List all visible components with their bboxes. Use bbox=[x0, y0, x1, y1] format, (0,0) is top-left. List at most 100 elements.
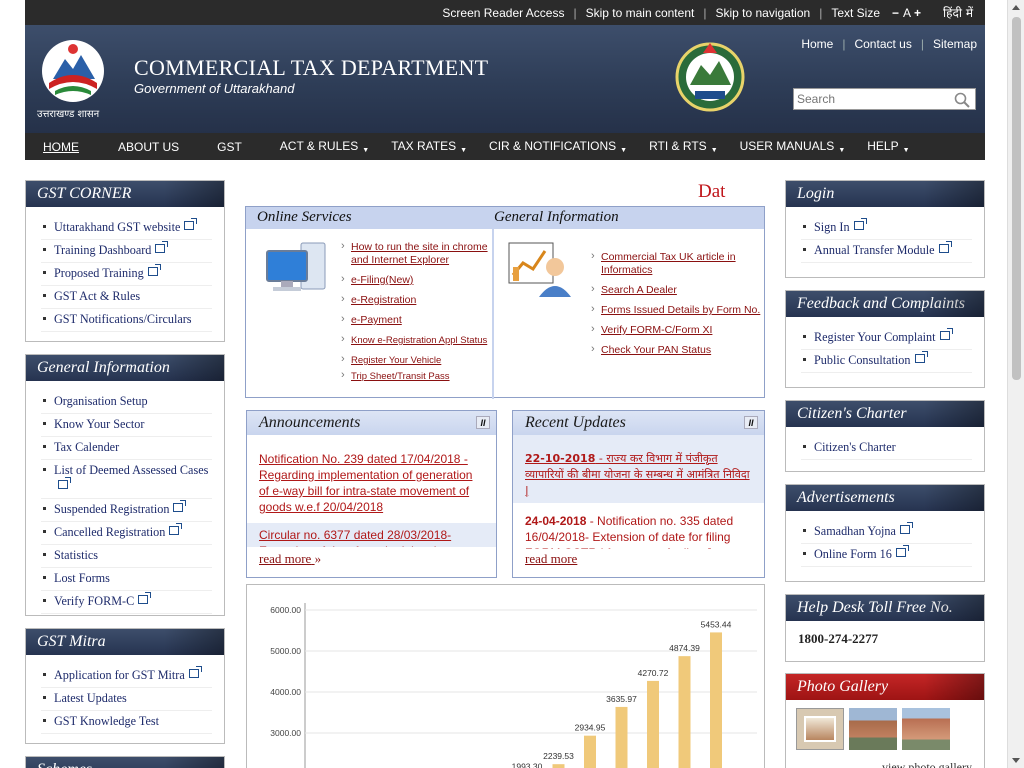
sitemap-link[interactable]: Sitemap bbox=[933, 37, 977, 51]
screen-reader-link[interactable]: Screen Reader Access bbox=[442, 6, 564, 20]
nav-about-us[interactable]: ABOUT US bbox=[118, 140, 179, 154]
gallery-thumbnail[interactable] bbox=[796, 708, 844, 750]
list-item[interactable]: Annual Transfer Module bbox=[801, 240, 972, 263]
nav-help[interactable]: HELP ▼ bbox=[867, 139, 909, 154]
list-item[interactable]: Uttarakhand GST website bbox=[41, 217, 212, 240]
update-item[interactable]: 22-10-2018 - राज्य कर विभाग में पंजीकृत … bbox=[513, 435, 764, 503]
general-info-panel: General Information Organisation Setup K… bbox=[25, 354, 225, 616]
panel-title: Citizen's Charter bbox=[786, 401, 984, 427]
search-input[interactable] bbox=[794, 90, 949, 108]
y-tick-label: 3000.00 bbox=[270, 728, 301, 738]
list-item[interactable]: Tax Calender bbox=[41, 437, 212, 460]
list-item[interactable]: Latest Updates bbox=[41, 688, 212, 711]
text-normal-button[interactable]: A bbox=[903, 6, 911, 20]
separator: | bbox=[842, 37, 846, 51]
scrollbar[interactable] bbox=[1007, 0, 1024, 768]
link-item[interactable]: Forms Issued Details by Form No. bbox=[591, 303, 761, 317]
list-item[interactable]: Statistics bbox=[41, 545, 212, 568]
list-item[interactable]: Online Form 16 bbox=[801, 544, 972, 567]
list-item[interactable]: Proposed Training bbox=[41, 263, 212, 286]
link-item[interactable]: How to run the site in chrome and Intern… bbox=[341, 240, 491, 267]
view-gallery-link[interactable]: view photo gallery bbox=[882, 760, 972, 768]
link-item[interactable]: e-Registration bbox=[341, 293, 491, 307]
read-more-label: read more bbox=[259, 551, 312, 566]
external-link-icon bbox=[184, 218, 198, 230]
list-item[interactable]: Sign In bbox=[801, 217, 972, 240]
hindi-language-link[interactable]: हिंदी में bbox=[943, 4, 973, 21]
scroll-up-arrow-icon[interactable] bbox=[1012, 5, 1020, 10]
nav-cir-notifications[interactable]: CIR & NOTIFICATIONS ▼ bbox=[489, 139, 627, 154]
list-item[interactable]: Suspended Registration bbox=[41, 499, 212, 522]
announcements-read-more[interactable]: read more » bbox=[259, 551, 321, 567]
bar-value-label: 4270.72 bbox=[638, 668, 669, 678]
list-item[interactable]: Application for GST Mitra bbox=[41, 665, 212, 688]
list-item[interactable]: Organisation Setup bbox=[41, 391, 212, 414]
search-box bbox=[793, 88, 976, 110]
nav-rti-rts[interactable]: RTI & RTS ▼ bbox=[649, 139, 718, 154]
list-item[interactable]: Cancelled Registration bbox=[41, 522, 212, 545]
recent-updates-header: Recent Updates II bbox=[513, 411, 764, 435]
nav-user-manuals[interactable]: USER MANUALS ▼ bbox=[740, 139, 846, 154]
list-item[interactable]: GST Notifications/Circulars bbox=[41, 309, 212, 332]
list-item[interactable]: Samadhan Yojna bbox=[801, 521, 972, 544]
update-item[interactable]: 24-04-2018 - Notification no. 335 dated … bbox=[513, 503, 764, 549]
update-date: 22-10-2018 bbox=[525, 452, 596, 465]
gallery-thumbnail[interactable] bbox=[849, 708, 897, 750]
scroll-down-arrow-icon[interactable] bbox=[1012, 758, 1020, 763]
list-item[interactable]: Know Your Sector bbox=[41, 414, 212, 437]
nav-home[interactable]: HOME bbox=[43, 140, 79, 154]
pause-button[interactable]: II bbox=[744, 416, 758, 429]
bar-value-label: 1993.30 bbox=[512, 761, 543, 768]
announcement-item[interactable]: Notification No. 239 dated 17/04/2018 - … bbox=[247, 435, 496, 519]
chevron-down-icon: ▼ bbox=[710, 147, 718, 154]
link-item[interactable]: Commercial Tax UK article in Informatics bbox=[591, 250, 761, 277]
uttarakhand-logo[interactable]: उत्तराखण्ड शासन bbox=[35, 37, 111, 120]
list-item[interactable]: Citizen's Charter bbox=[801, 437, 972, 460]
text-increase-button[interactable]: + bbox=[914, 6, 921, 20]
list-item[interactable]: Training Dashboard bbox=[41, 240, 212, 263]
scrollbar-thumb[interactable] bbox=[1012, 17, 1021, 380]
link-item[interactable]: Trip Sheet/Transit Pass bbox=[341, 369, 491, 383]
link-item[interactable]: Register Your Vehicle bbox=[341, 353, 491, 367]
link-item[interactable]: Verify FORM-C/Form XI bbox=[591, 323, 761, 337]
link-label: Citizen's Charter bbox=[814, 440, 896, 454]
separator: | bbox=[703, 5, 707, 20]
list-item[interactable]: GST Knowledge Test bbox=[41, 711, 212, 734]
nav-act-rules[interactable]: ACT & RULES ▼ bbox=[280, 139, 369, 154]
home-link[interactable]: Home bbox=[801, 37, 833, 51]
contact-link[interactable]: Contact us bbox=[854, 37, 911, 51]
chevron-down-icon: ▼ bbox=[460, 147, 468, 154]
general-information-links: Commercial Tax UK article in Informatics… bbox=[591, 250, 761, 364]
link-item[interactable]: Check Your PAN Status bbox=[591, 343, 761, 357]
gallery-thumbnail[interactable] bbox=[902, 708, 950, 750]
skip-main-link[interactable]: Skip to main content bbox=[586, 6, 695, 20]
external-link-icon bbox=[155, 241, 169, 253]
announcement-item[interactable]: Circular no. 6377 dated 28/03/2018- Exte… bbox=[247, 523, 496, 547]
chart-bar bbox=[710, 632, 722, 768]
department-title: COMMERCIAL TAX DEPARTMENT bbox=[134, 55, 489, 80]
external-link-icon bbox=[188, 666, 202, 678]
link-label: GST Knowledge Test bbox=[54, 714, 159, 728]
recent-updates-read-more[interactable]: read more bbox=[525, 551, 577, 567]
text-decrease-button[interactable]: − bbox=[892, 6, 899, 20]
link-item[interactable]: Know e-Registration Appl Status bbox=[341, 333, 491, 347]
search-icon[interactable] bbox=[954, 92, 970, 108]
separator: | bbox=[573, 5, 577, 20]
skip-nav-link[interactable]: Skip to navigation bbox=[715, 6, 810, 20]
nav-tax-rates[interactable]: TAX RATES ▼ bbox=[391, 139, 467, 154]
list-item[interactable]: Verify FORM-C bbox=[41, 591, 212, 614]
link-label: Suspended Registration bbox=[54, 502, 170, 516]
link-item[interactable]: e-Filing(New) bbox=[341, 273, 491, 287]
link-item[interactable]: e-Payment bbox=[341, 313, 491, 327]
nav-gst[interactable]: GST bbox=[217, 140, 242, 154]
list-item[interactable]: GST Act & Rules bbox=[41, 286, 212, 309]
list-item[interactable]: Public Consultation bbox=[801, 350, 972, 373]
login-panel: Login Sign In Annual Transfer Module bbox=[785, 180, 985, 278]
panel-title: Advertisements bbox=[786, 485, 984, 511]
page: Screen Reader Access | Skip to main cont… bbox=[0, 0, 1024, 768]
list-item[interactable]: List of Deemed Assessed Cases bbox=[41, 460, 212, 499]
link-item[interactable]: Search A Dealer bbox=[591, 283, 761, 297]
list-item[interactable]: Register Your Complaint bbox=[801, 327, 972, 350]
pause-button[interactable]: II bbox=[476, 416, 490, 429]
list-item[interactable]: Lost Forms bbox=[41, 568, 212, 591]
